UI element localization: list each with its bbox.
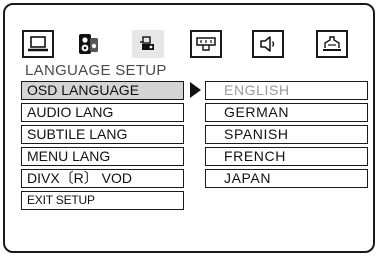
option-french[interactable]: FRENCH (205, 147, 368, 166)
menu-item-osd-language[interactable]: OSD LANGUAGE (21, 81, 184, 100)
setup-menu: OSD LANGUAGE AUDIO LANG SUBTILE LANG MEN… (21, 81, 186, 213)
video-icon[interactable] (132, 30, 164, 58)
menu-item-audio-lang[interactable]: AUDIO LANG (21, 103, 184, 122)
language-monitor-icon[interactable] (22, 30, 54, 58)
menu-item-divx-vod[interactable]: DIVX〔R〕 VOD (21, 169, 184, 188)
menu-item-exit-setup[interactable]: EXIT SETUP (21, 191, 184, 210)
selection-arrow-icon (190, 82, 201, 98)
option-english[interactable]: ENGLISH (205, 81, 368, 100)
setup-screen: LANGUAGE SETUP OSD LANGUAGE AUDIO LANG S… (0, 0, 379, 256)
page-title: LANGUAGE SETUP (25, 62, 167, 79)
option-japan[interactable]: JAPAN (205, 169, 368, 188)
menu-item-subtitle-lang[interactable]: SUBTILE LANG (21, 125, 184, 144)
menu-item-menu-lang[interactable]: MENU LANG (21, 147, 184, 166)
audio-speaker-icon[interactable] (252, 30, 284, 58)
language-options: ENGLISH GERMAN SPANISH FRENCH JAPAN (205, 81, 368, 191)
option-spanish[interactable]: SPANISH (205, 125, 368, 144)
tv-connector-icon[interactable] (190, 30, 222, 58)
preference-icon[interactable] (316, 30, 348, 58)
speaker-system-icon[interactable] (72, 30, 104, 58)
setup-tab-bar (22, 30, 372, 62)
option-german[interactable]: GERMAN (205, 103, 368, 122)
